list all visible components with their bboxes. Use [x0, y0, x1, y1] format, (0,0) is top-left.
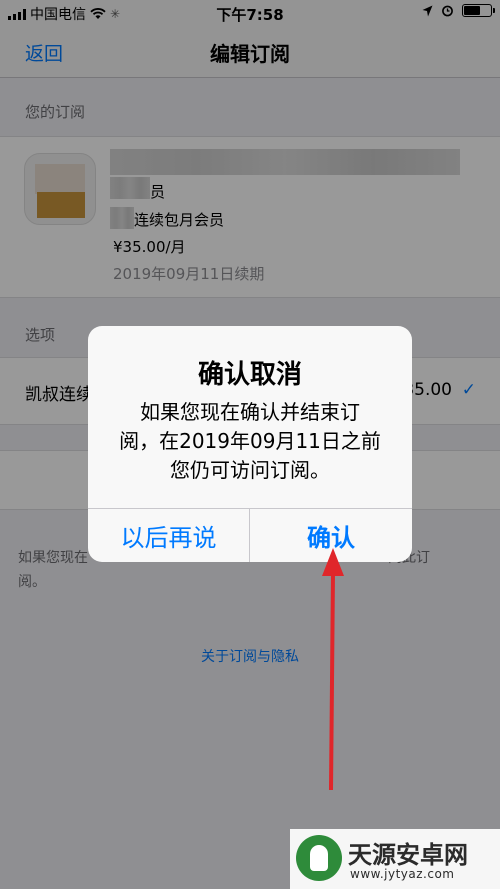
- confirm-button[interactable]: 确认: [250, 509, 412, 562]
- alert-title: 确认取消: [197, 360, 302, 390]
- alert-message: 如果您现在确认并结束订 阅，在2019年09月11日之前 您仍可访问订阅。: [104, 398, 396, 485]
- alert-message-line: 您仍可访问订阅。: [170, 458, 330, 482]
- watermark-logo-icon: [296, 835, 342, 881]
- watermark-text: 天源安卓网: [348, 841, 468, 869]
- alert-message-line: 如果您现在确认并结束订: [140, 400, 360, 424]
- confirm-cancel-alert: 确认取消 如果您现在确认并结束订 阅，在2019年09月11日之前 您仍可访问订…: [88, 326, 412, 562]
- watermark-url: www.jytyaz.com: [350, 867, 455, 881]
- later-button[interactable]: 以后再说: [88, 509, 249, 562]
- alert-message-line: 阅，在2019年09月11日之前: [119, 429, 381, 453]
- watermark: 天源安卓网 www.jytyaz.com: [290, 829, 500, 889]
